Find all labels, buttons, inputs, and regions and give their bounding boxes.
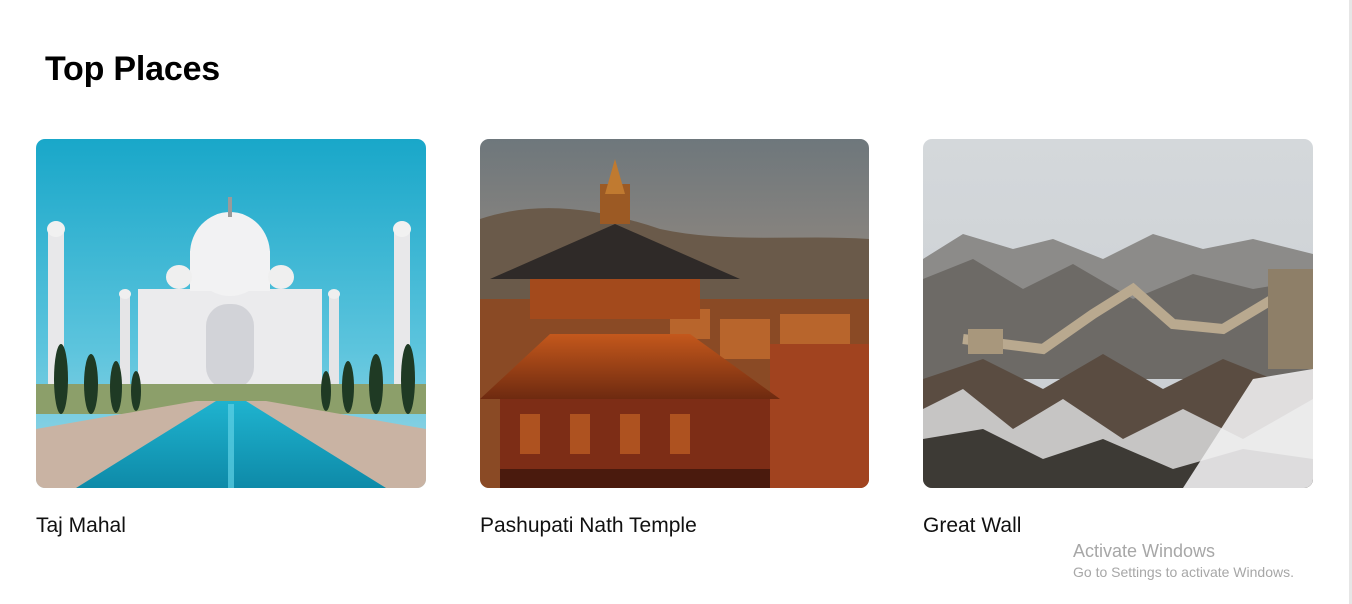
place-title-taj-mahal[interactable]: Taj Mahal	[36, 514, 126, 538]
place-card-great-wall[interactable]: Great Wall	[923, 139, 1313, 537]
place-image-taj-mahal[interactable]	[36, 139, 426, 488]
place-card-pashupati-nath-temple[interactable]: Pashupati Nath Temple	[480, 139, 869, 537]
activate-windows-watermark: Activate Windows Go to Settings to activ…	[1073, 540, 1294, 581]
place-title-pashupati-nath-temple[interactable]: Pashupati Nath Temple	[480, 514, 697, 538]
place-image-pashupati-nath-temple[interactable]	[480, 139, 869, 488]
watermark-title: Activate Windows	[1073, 541, 1216, 561]
watermark-subtitle: Go to Settings to activate Windows.	[1073, 564, 1294, 580]
place-card-taj-mahal[interactable]: Taj Mahal	[36, 139, 426, 537]
section-title: Top Places	[45, 50, 220, 88]
place-image-great-wall[interactable]	[923, 139, 1313, 488]
place-title-great-wall[interactable]: Great Wall	[923, 514, 1021, 538]
